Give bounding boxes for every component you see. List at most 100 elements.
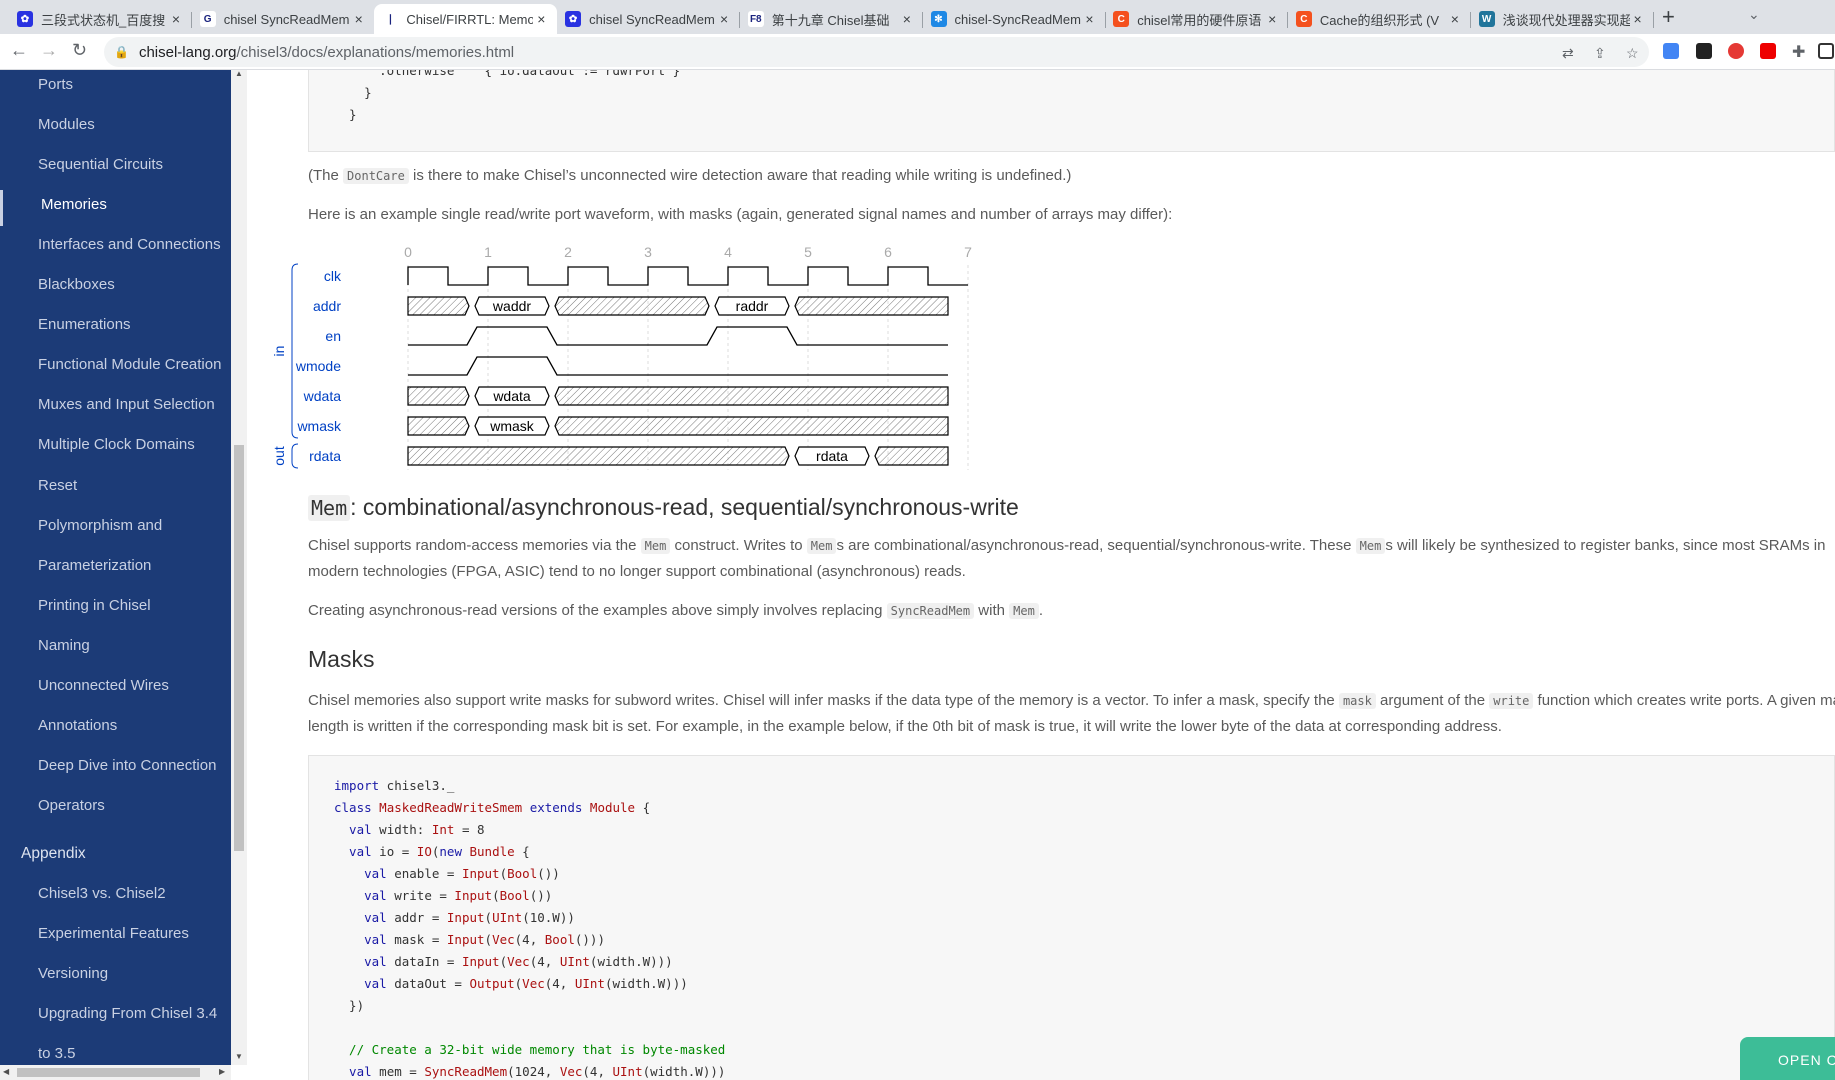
- extensions-puzzle-icon[interactable]: ✚: [1792, 42, 1805, 62]
- close-tab-icon[interactable]: ×: [1447, 11, 1463, 27]
- sidebar-item[interactable]: Versioning: [38, 965, 108, 982]
- sidebar-item[interactable]: Functional Module Creation: [38, 356, 221, 373]
- scroll-down-arrow-icon[interactable]: ▼: [235, 1052, 243, 1061]
- code-line: import chisel3._: [334, 778, 454, 793]
- close-tab-icon[interactable]: ×: [899, 11, 915, 27]
- close-tab-icon[interactable]: ×: [1630, 11, 1646, 27]
- code-token: Bool: [507, 866, 538, 881]
- code-token: (width.W))): [642, 1064, 726, 1079]
- sidebar-item[interactable]: Multiple Clock Domains: [38, 436, 195, 453]
- close-tab-icon[interactable]: ×: [1082, 11, 1098, 27]
- code-token: (4,: [582, 1064, 613, 1079]
- browser-tab[interactable]: W 浅谈现代处理器实现超 ×: [1471, 4, 1654, 34]
- browser-tab[interactable]: ✻ chisel-SyncReadMem ×: [923, 4, 1106, 34]
- scroll-left-arrow-icon[interactable]: ◀: [3, 1067, 9, 1076]
- sidebar-item[interactable]: Interfaces and Connections: [38, 236, 221, 253]
- code-token: val: [334, 822, 372, 837]
- tab-search-chevron-icon[interactable]: ⌄: [1748, 6, 1760, 23]
- code-token: addr =: [386, 910, 447, 925]
- code-line: val enable = Input(Bool()): [334, 866, 560, 881]
- bookmark-star-icon[interactable]: ☆: [1626, 45, 1639, 62]
- sidebar-item[interactable]: Enumerations: [38, 316, 131, 333]
- code-token: (4,: [514, 932, 545, 947]
- code-block-masked-memory: import chisel3._ class MaskedReadWriteSme…: [308, 755, 1835, 1080]
- sidebar-item[interactable]: Unconnected Wires: [38, 677, 169, 694]
- video-extension-icon[interactable]: [1760, 43, 1776, 59]
- sidebar-item[interactable]: Printing in Chisel: [38, 597, 151, 614]
- code-token: (: [499, 954, 508, 969]
- browser-tab[interactable]: F8 第十九章 Chisel基础 ×: [740, 4, 923, 34]
- group-bracket: [291, 443, 299, 469]
- browser-tab[interactable]: Cchisel常用的硬件原语 ×: [1105, 4, 1289, 34]
- share-icon[interactable]: ⇪: [1594, 45, 1606, 62]
- sidebar-scrollbar[interactable]: ▲ ▼: [231, 69, 247, 1065]
- translate-extension-icon[interactable]: [1663, 43, 1679, 59]
- code-token: ())): [574, 932, 605, 947]
- translate-icon[interactable]: ⇄: [1562, 45, 1574, 62]
- group-bracket: [291, 263, 299, 439]
- masks-paragraph: Chisel memories also support write masks…: [308, 688, 1835, 714]
- sidebar-item[interactable]: Muxes and Input Selection: [38, 396, 215, 413]
- tab-title: 三段式状态机_百度搜: [41, 12, 166, 28]
- close-tab-icon[interactable]: ×: [168, 11, 184, 27]
- tab-title: Chisel/FIRRTL: Memo: [406, 11, 534, 27]
- close-tab-icon[interactable]: ×: [716, 11, 732, 27]
- sidebar-item[interactable]: Memories: [41, 196, 107, 213]
- inline-code: Mem: [640, 538, 671, 554]
- sidebar-item[interactable]: Annotations: [38, 717, 117, 734]
- close-tab-icon[interactable]: ×: [1264, 11, 1280, 27]
- code-token: extends: [529, 800, 583, 815]
- data-label: raddr: [736, 298, 769, 314]
- scrollbar-thumb[interactable]: [17, 1068, 200, 1077]
- sidebar-item[interactable]: Naming: [38, 637, 90, 654]
- browser-tab[interactable]: C Cache的组织形式 (V ×: [1288, 4, 1471, 34]
- browser-tab[interactable]: Gchisel SyncReadMem ×: [192, 4, 375, 34]
- code-token: dataIn =: [386, 954, 462, 969]
- sidebar-item[interactable]: Blackboxes: [38, 276, 115, 293]
- sidebar-item[interactable]: Deep Dive into Connection: [38, 757, 216, 774]
- active-indicator: [0, 190, 3, 226]
- sidebar-item[interactable]: Sequential Circuits: [38, 156, 163, 173]
- browser-tab[interactable]: ✿ chisel SyncReadMem ×: [557, 4, 741, 34]
- sidebar-item[interactable]: to 3.5: [38, 1045, 76, 1062]
- tick-label: 5: [804, 244, 812, 260]
- tick-label: 6: [884, 244, 892, 260]
- data-label: wdata: [492, 388, 531, 404]
- back-button[interactable]: ←: [10, 40, 28, 61]
- scroll-right-arrow-icon[interactable]: ▶: [219, 1067, 225, 1076]
- sidebar-section-appendix[interactable]: Appendix: [21, 845, 86, 863]
- sidebar-item[interactable]: Modules: [38, 116, 95, 133]
- sidebar-item[interactable]: Experimental Features: [38, 925, 189, 942]
- signal-name: wdata: [303, 388, 342, 404]
- browser-tab[interactable]: ❘ Chisel/FIRRTL: Memo ×: [374, 4, 558, 34]
- code-token: val: [334, 1064, 372, 1079]
- reload-button[interactable]: ↻: [72, 40, 87, 61]
- address-bar[interactable]: 🔒 chisel-lang.org/chisel3/docs/explanati…: [104, 37, 1649, 67]
- tampermonkey-extension-icon[interactable]: [1696, 43, 1712, 59]
- sidebar-item[interactable]: Ports: [38, 76, 73, 93]
- sidebar-item[interactable]: Chisel3 vs. Chisel2: [38, 885, 166, 902]
- tab-strip: ✿ 三段式状态机_百度搜 × Gchisel SyncReadMem × ❘ Chisel/…: [0, 0, 1835, 34]
- sidebar-item[interactable]: Reset: [38, 477, 77, 494]
- code-token: {: [635, 800, 651, 815]
- tab-title: 第十九章 Chisel基础: [771, 12, 890, 28]
- open-chat-button[interactable]: OPEN CHAT: [1740, 1037, 1835, 1080]
- group-label: in: [271, 346, 287, 357]
- sidebar-item[interactable]: Parameterization: [38, 557, 151, 574]
- code-line: val mask = Input(Vec(4, Bool())): [334, 932, 605, 947]
- inline-code: Mem: [806, 538, 837, 554]
- sidebar-item[interactable]: Upgrading From Chisel 3.4: [38, 1005, 217, 1022]
- close-tab-icon[interactable]: ×: [351, 11, 367, 27]
- sidebar-item[interactable]: Polymorphism and: [38, 517, 162, 534]
- forward-button[interactable]: →: [40, 40, 58, 61]
- sidebar-horizontal-scrollbar[interactable]: ◀ ▶: [0, 1065, 231, 1080]
- clock-waveform: [407, 266, 968, 286]
- scrollbar-thumb[interactable]: [234, 445, 244, 851]
- close-tab-icon[interactable]: ×: [533, 11, 549, 27]
- extension-icon[interactable]: [1728, 43, 1744, 59]
- scroll-up-arrow-icon[interactable]: ▲: [235, 69, 243, 78]
- sidepanel-icon[interactable]: [1818, 43, 1834, 59]
- sidebar-item[interactable]: Operators: [38, 797, 105, 814]
- new-tab-button[interactable]: +: [1662, 4, 1675, 30]
- browser-tab[interactable]: ✿ 三段式状态机_百度搜 ×: [9, 4, 192, 34]
